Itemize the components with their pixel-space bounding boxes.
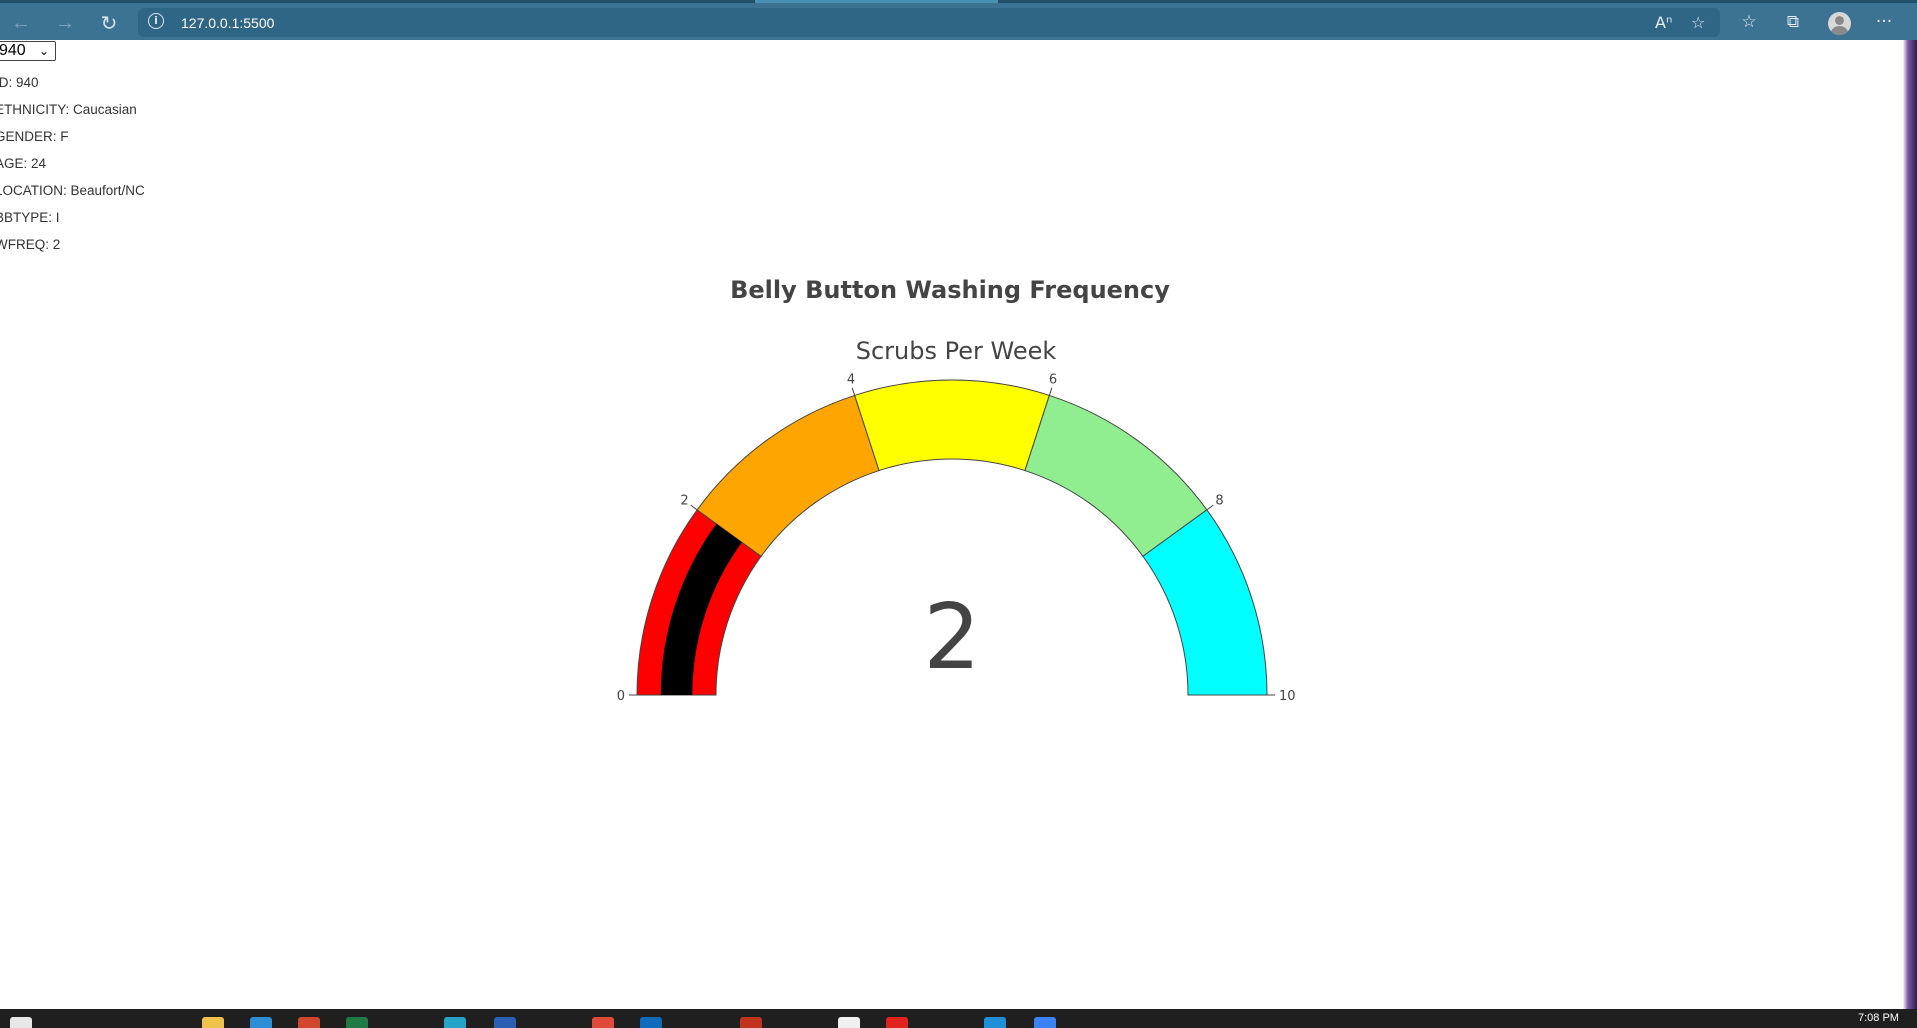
gauge-tick-1 (690, 504, 698, 511)
youtube-icon[interactable] (886, 1017, 908, 1028)
gauge-value: 2 (923, 585, 980, 690)
gauge-tick-2 (851, 387, 856, 396)
screen: ← → ↻ i 127.0.0.1:5500 Aⁿ ☆ ☆ ⧉ ··· 940 … (0, 0, 1917, 1028)
gauge-chart: 0 2 4 6 8 10 Scrubs Per Week 2 (617, 337, 1296, 704)
gauge-step-2 (854, 379, 1050, 472)
outlook-icon[interactable] (640, 1017, 662, 1028)
gauge-tick-label-0: 0 (617, 689, 625, 704)
gauge-tick-label-3: 6 (1049, 372, 1057, 387)
gauge-tick-label-1: 2 (680, 493, 688, 508)
vscode-icon[interactable] (984, 1017, 1006, 1028)
gauge-tick-4 (1206, 504, 1214, 511)
zoom-icon[interactable] (1034, 1017, 1056, 1028)
taskbar (0, 1009, 1917, 1028)
gauge-tick-3 (1048, 387, 1053, 396)
store-icon[interactable] (250, 1017, 272, 1028)
window-edge (1903, 40, 1917, 1009)
file-explorer-icon[interactable] (202, 1017, 224, 1028)
office-icon[interactable] (740, 1017, 762, 1028)
gauge-tick-label-5: 10 (1279, 689, 1296, 704)
taskbar-clock: 7:08 PM (1858, 1012, 1899, 1024)
edge-icon[interactable] (444, 1017, 466, 1028)
gauge-tick-label-2: 4 (847, 372, 855, 387)
excel-icon[interactable] (346, 1017, 368, 1028)
powerpoint-icon[interactable] (298, 1017, 320, 1028)
gauge-tick-label-4: 8 (1215, 493, 1223, 508)
chrome-icon[interactable] (592, 1017, 614, 1028)
word-icon[interactable] (494, 1017, 516, 1028)
windows-start-icon[interactable] (10, 1017, 32, 1028)
amazon-icon[interactable] (838, 1017, 860, 1028)
chart-subtitle: Scrubs Per Week (856, 337, 1057, 365)
